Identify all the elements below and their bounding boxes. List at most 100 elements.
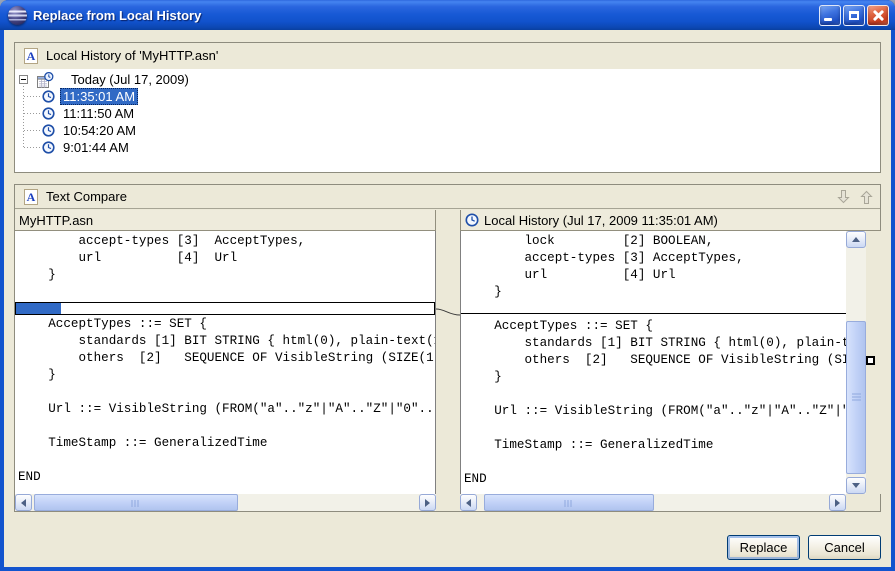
local-history-group-title: Local History of 'MyHTTP.asn': [46, 48, 218, 63]
text-compare-title: Text Compare: [46, 189, 828, 204]
scroll-right-button[interactable]: [419, 494, 436, 511]
code-line: [461, 454, 846, 471]
code-line: [15, 384, 435, 401]
previous-difference-button[interactable]: [858, 189, 874, 205]
code-line: AcceptTypes ::= SET {: [15, 316, 435, 333]
replace-button[interactable]: Replace: [727, 535, 800, 560]
code-line: others [2] SEQUENCE OF VisibleString (SI…: [15, 350, 435, 367]
diff-range-box: [15, 302, 435, 315]
title-bar[interactable]: Replace from Local History: [0, 0, 895, 30]
history-tree[interactable]: Today (Jul 17, 2009) 11:35:01 AM11:11:50…: [15, 69, 880, 172]
history-entry[interactable]: 11:35:01 AM: [15, 88, 880, 105]
arrow-right-icon: [835, 499, 844, 507]
calendar-clock-icon: [37, 72, 54, 88]
code-line: END: [461, 471, 846, 488]
arrow-left-icon: [17, 499, 26, 507]
scroll-left-button[interactable]: [460, 494, 477, 511]
history-entry-label: 11:35:01 AM: [60, 88, 138, 105]
minimize-button[interactable]: [819, 5, 841, 26]
scroll-left-button[interactable]: [15, 494, 32, 511]
maximize-icon: [849, 11, 859, 20]
thumb-grip: [132, 500, 141, 507]
history-entry-label: 9:01:44 AM: [60, 139, 132, 156]
window-title: Replace from Local History: [33, 8, 819, 23]
code-line: others [2] SEQUENCE OF VisibleString (SI…: [461, 352, 846, 369]
code-line: [15, 284, 435, 301]
tree-guide-line: [24, 130, 41, 131]
vertical-scrollbar[interactable]: [846, 231, 866, 494]
diff-navigation: [835, 189, 874, 205]
minimize-icon: [824, 18, 832, 21]
maximize-button[interactable]: [843, 5, 865, 26]
arrow-left-icon: [462, 499, 471, 507]
clock-icon: [465, 213, 479, 227]
svg-text:A: A: [27, 190, 36, 204]
thumb-grip: [852, 393, 861, 402]
history-entry[interactable]: 10:54:20 AM: [15, 122, 880, 139]
history-entry[interactable]: 11:11:50 AM: [15, 105, 880, 122]
close-icon: [872, 9, 884, 21]
right-pane-title: Local History (Jul 17, 2009 11:35:01 AM): [484, 213, 718, 228]
dialog-window: Replace from Local History A Local Histo…: [0, 0, 895, 571]
code-line: [15, 452, 435, 469]
scroll-right-button[interactable]: [829, 494, 846, 511]
code-line: END: [15, 469, 435, 486]
code-line: [15, 418, 435, 435]
diff-insertion-line: [461, 313, 846, 314]
code-line: standards [1] BIT STRING { html(0), plai…: [461, 335, 846, 352]
code-line: accept-types [3] AcceptTypes,: [15, 233, 435, 250]
svg-text:A: A: [27, 49, 36, 63]
code-line: AcceptTypes ::= SET {: [461, 318, 846, 335]
code-line: Url ::= VisibleString (FROM("a".."z"|"A"…: [15, 401, 435, 418]
scroll-down-button[interactable]: [846, 477, 866, 494]
arrow-right-icon: [425, 499, 434, 507]
history-day-label: Today (Jul 17, 2009): [68, 71, 192, 88]
left-code-pane[interactable]: accept-types [3] AcceptTypes, url [4] Ur…: [15, 231, 436, 494]
right-horizontal-scrollbar[interactable]: [460, 494, 846, 511]
history-entry[interactable]: 9:01:44 AM: [15, 139, 880, 156]
horizontal-scroll-thumb[interactable]: [484, 494, 654, 511]
overview-ruler[interactable]: [866, 231, 881, 494]
history-day-node[interactable]: Today (Jul 17, 2009): [15, 71, 880, 88]
clock-icon: [42, 107, 55, 120]
text-compare-group: A Text Compare M: [14, 184, 881, 512]
code-line: accept-types [3] AcceptTypes,: [461, 250, 846, 267]
close-button[interactable]: [867, 5, 889, 26]
diff-selected-segment: [16, 303, 61, 314]
tree-collapse-icon[interactable]: [19, 75, 28, 84]
left-horizontal-scrollbar[interactable]: [15, 494, 436, 511]
code-line: }: [461, 369, 846, 386]
diff-overview-marker[interactable]: [866, 356, 875, 365]
vertical-scroll-thumb[interactable]: [846, 321, 866, 474]
cancel-button[interactable]: Cancel: [808, 535, 881, 560]
arrow-up-icon: [859, 189, 874, 205]
code-line: url [4] Url: [461, 267, 846, 284]
dialog-client-area: A Local History of 'MyHTTP.asn' Today (J…: [4, 30, 891, 567]
next-difference-button[interactable]: [835, 189, 851, 205]
eclipse-logo-icon: [8, 6, 27, 25]
right-pane-header: Local History (Jul 17, 2009 11:35:01 AM): [460, 210, 880, 231]
local-history-group-header: A Local History of 'MyHTTP.asn': [15, 43, 880, 68]
text-compare-header: A Text Compare: [15, 185, 880, 209]
arrow-down-icon: [836, 189, 851, 205]
clock-icon: [42, 90, 55, 103]
scroll-up-button[interactable]: [846, 231, 866, 248]
code-line: [461, 301, 846, 318]
diff-connector-area: [436, 231, 460, 494]
left-pane-header: MyHTTP.asn: [15, 210, 436, 231]
code-line: TimeStamp ::= GeneralizedTime: [15, 435, 435, 452]
code-line: lock [2] BOOLEAN,: [461, 233, 846, 250]
thumb-grip: [565, 500, 574, 507]
code-line: [461, 420, 846, 437]
history-entries: 11:35:01 AM11:11:50 AM10:54:20 AM9:01:44…: [15, 88, 880, 156]
code-line: [461, 386, 846, 403]
code-line: }: [461, 284, 846, 301]
diff-connector-line: [436, 231, 460, 494]
history-entry-label: 11:11:50 AM: [60, 105, 137, 122]
code-line: Url ::= VisibleString (FROM("a".."z"|"A"…: [461, 403, 846, 420]
arrow-down-icon: [852, 483, 860, 492]
right-code-pane[interactable]: lock [2] BOOLEAN, accept-types [3] Accep…: [460, 231, 846, 494]
window-controls: [819, 5, 889, 26]
horizontal-scroll-thumb[interactable]: [34, 494, 238, 511]
tree-guide-line: [24, 147, 41, 148]
